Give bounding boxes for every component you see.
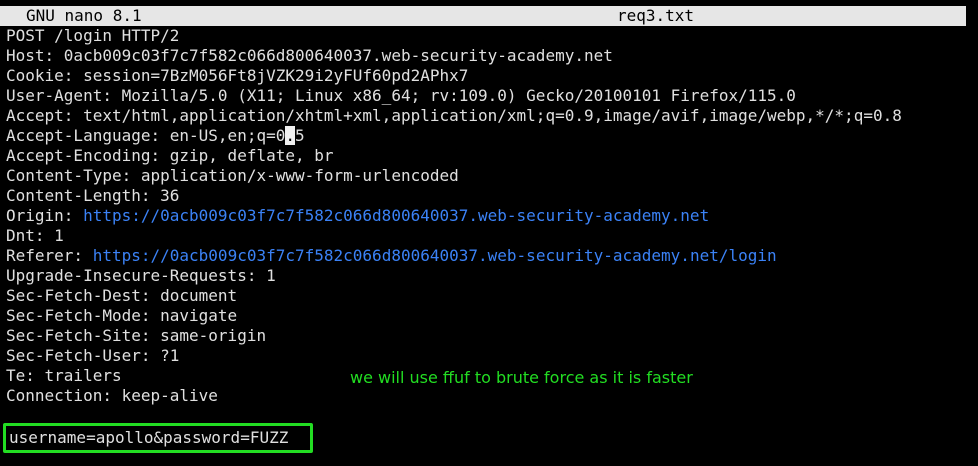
- accept-language-text: Accept-Language: en-US,en;q=0: [6, 126, 286, 145]
- header-sec-fetch-dest[interactable]: Sec-Fetch-Dest: document: [6, 286, 972, 306]
- header-accept-language[interactable]: Accept-Language: en-US,en;q=0.5: [6, 126, 972, 146]
- app-name: GNU nano 8.1: [26, 6, 142, 25]
- header-cookie[interactable]: Cookie: session=7BzM056Ft8jVZK29i2yFUf60…: [6, 66, 972, 86]
- header-connection[interactable]: Connection: keep-alive: [6, 386, 972, 406]
- terminal-window[interactable]: GNU nano 8.1 req3.txt POST /login HTTP/2…: [0, 0, 978, 466]
- header-sec-fetch-user[interactable]: Sec-Fetch-User: ?1: [6, 346, 972, 366]
- header-content-type[interactable]: Content-Type: application/x-www-form-url…: [6, 166, 972, 186]
- header-origin[interactable]: Origin: https://0acb009c03f7c7f582c066d8…: [6, 206, 972, 226]
- text-cursor: .: [285, 126, 295, 145]
- request-line[interactable]: POST /login HTTP/2: [6, 26, 972, 46]
- request-body-highlight[interactable]: username=apollo&password=FUZZ: [3, 423, 313, 453]
- header-referer[interactable]: Referer: https://0acb009c03f7c7f582c066d…: [6, 246, 972, 266]
- header-dnt[interactable]: Dnt: 1: [6, 226, 972, 246]
- referer-key: Referer:: [6, 246, 93, 265]
- header-accept-encoding[interactable]: Accept-Encoding: gzip, deflate, br: [6, 146, 972, 166]
- annotation-note: we will use ffuf to brute force as it is…: [350, 368, 693, 387]
- header-host[interactable]: Host: 0acb009c03f7c7f582c066d800640037.w…: [6, 46, 972, 66]
- header-user-agent[interactable]: User-Agent: Mozilla/5.0 (X11; Linux x86_…: [6, 86, 972, 106]
- header-sec-fetch-mode[interactable]: Sec-Fetch-Mode: navigate: [6, 306, 972, 326]
- header-accept[interactable]: Accept: text/html,application/xhtml+xml,…: [6, 106, 972, 126]
- origin-url: https://0acb009c03f7c7f582c066d800640037…: [83, 206, 710, 225]
- referer-url: https://0acb009c03f7c7f582c066d800640037…: [92, 246, 777, 265]
- header-content-length[interactable]: Content-Length: 36: [6, 186, 972, 206]
- file-name: req3.txt: [617, 6, 695, 25]
- header-sec-fetch-site[interactable]: Sec-Fetch-Site: same-origin: [6, 326, 972, 346]
- nano-title-bar: GNU nano 8.1 req3.txt: [0, 6, 966, 26]
- header-upgrade-insecure-requests[interactable]: Upgrade-Insecure-Requests: 1: [6, 266, 972, 286]
- accept-language-rest: 5: [295, 126, 305, 145]
- origin-key: Origin:: [6, 206, 84, 225]
- editor-buffer[interactable]: POST /login HTTP/2 Host: 0acb009c03f7c7f…: [6, 26, 972, 406]
